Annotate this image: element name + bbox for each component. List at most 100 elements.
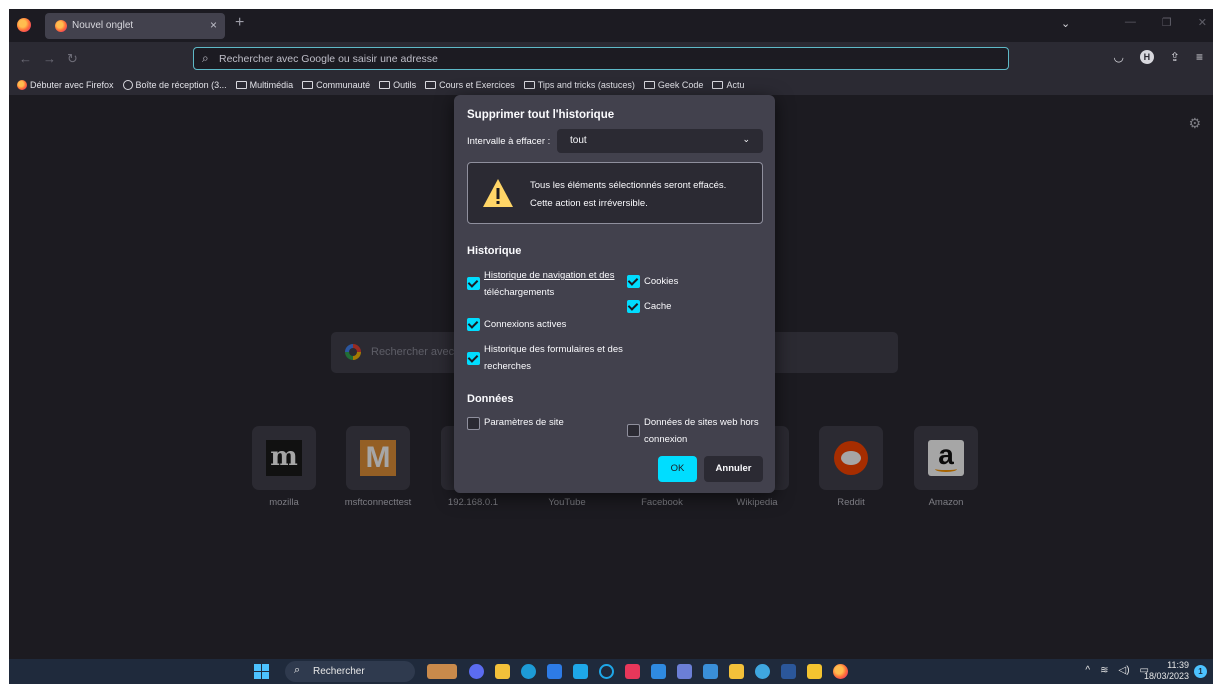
chevron-down-icon: ⌄	[742, 134, 750, 144]
firefox-icon	[17, 80, 27, 90]
folder-icon	[235, 81, 247, 89]
system-tray: ^ ≋ ◁) ▭	[1085, 665, 1149, 676]
label-line: recherches	[484, 361, 531, 372]
label-line: Historique de navigation et des	[484, 270, 615, 281]
history-section-title: Historique	[467, 245, 522, 257]
bookmark-folder-tips[interactable]: Tips and tricks (astuces)	[523, 80, 635, 90]
vscode-icon[interactable]	[651, 664, 666, 679]
search-icon: ⌕	[202, 51, 209, 65]
warning-box: Tous les éléments sélectionnés seront ef…	[467, 162, 763, 224]
tray-chevron-icon[interactable]: ^	[1085, 665, 1090, 676]
extensions-icon[interactable]: ⇪	[1170, 50, 1180, 64]
snipping-icon[interactable]	[677, 664, 692, 679]
firefox-view-icon[interactable]	[17, 18, 31, 32]
app-folder-icon[interactable]	[807, 664, 822, 679]
firefox-taskbar-icon[interactable]	[833, 664, 848, 679]
restore-icon[interactable]: ❐	[1162, 16, 1172, 29]
form-history-label[interactable]: Historique des formulaires et des recher…	[484, 341, 623, 375]
active-logins-checkbox[interactable]	[467, 318, 480, 331]
app-s-icon[interactable]	[625, 664, 640, 679]
tab-strip: Nouvel onglet × + ⌄ — ❐ ✕	[9, 9, 1213, 42]
bookmark-folder-multimedia[interactable]: Multimédia	[235, 80, 294, 90]
cookies-label[interactable]: Cookies	[644, 273, 678, 290]
wifi-icon[interactable]: ≋	[1100, 665, 1108, 676]
folder-icon	[302, 81, 314, 89]
bookmark-label: Cours et Exercices	[439, 80, 515, 90]
firefox-icon	[55, 20, 67, 32]
bookmark-folder-cours[interactable]: Cours et Exercices	[425, 80, 515, 90]
windows-start-icon[interactable]	[254, 664, 269, 679]
forward-icon[interactable]: →	[43, 51, 56, 66]
store-icon[interactable]	[547, 664, 562, 679]
windows-taskbar: ⌕ Rechercher ^ ≋ ◁) ▭ 11:39 18/03/2023 1	[9, 659, 1213, 684]
minimize-icon[interactable]: —	[1125, 16, 1136, 29]
globe-icon	[122, 80, 133, 90]
active-logins-label[interactable]: Connexions actives	[484, 316, 566, 333]
tab-new-tab[interactable]: Nouvel onglet ×	[45, 13, 225, 39]
label-line: Données de sites web hors	[644, 417, 759, 428]
clock[interactable]: 11:39 18/03/2023	[1144, 660, 1189, 682]
browsing-history-checkbox[interactable]	[467, 277, 480, 290]
url-bar[interactable]: ⌕ Rechercher avec Google ou saisir une a…	[193, 47, 1009, 70]
warning-line-2: Cette action est irréversible.	[530, 198, 648, 209]
bookmark-label: Multimédia	[249, 80, 294, 90]
bookmark-label: Boîte de réception (3...	[135, 80, 227, 90]
toolbar-right: ◡ H ⇪ ≡	[1113, 50, 1203, 64]
reload-icon[interactable]: ↻	[67, 51, 78, 67]
clock-date: 18/03/2023	[1143, 671, 1189, 681]
app-l-icon[interactable]	[573, 664, 588, 679]
new-tab-button[interactable]: +	[235, 14, 244, 32]
bookmark-folder-outils[interactable]: Outils	[379, 80, 416, 90]
tab-title: Nouvel onglet	[72, 20, 134, 31]
ok-button[interactable]: OK	[658, 456, 697, 482]
notification-badge[interactable]: 1	[1194, 665, 1207, 678]
volume-icon[interactable]: ◁)	[1119, 665, 1130, 676]
navigation-bar: ← → ↻ ⌕ Rechercher avec Google ou saisir…	[9, 42, 1213, 75]
bookmark-folder-geek-code[interactable]: Geek Code	[643, 80, 704, 90]
offline-data-label[interactable]: Données de sites web hors connexion	[644, 414, 759, 448]
bookmark-label: Tips and tricks (astuces)	[537, 80, 635, 90]
list-all-tabs-icon[interactable]: ⌄	[1061, 17, 1070, 30]
warning-icon	[483, 179, 513, 207]
cookies-checkbox[interactable]	[627, 275, 640, 288]
edge-icon[interactable]	[521, 664, 536, 679]
bookmark-folder-communaute[interactable]: Communauté	[302, 80, 370, 90]
tab-close-icon[interactable]: ×	[210, 18, 217, 32]
word-icon[interactable]	[781, 664, 796, 679]
folder-icon	[712, 81, 724, 89]
file-explorer-icon[interactable]	[495, 664, 510, 679]
sticky-notes-icon[interactable]	[729, 664, 744, 679]
cache-checkbox[interactable]	[627, 300, 640, 313]
label-line: connexion	[644, 434, 688, 445]
menu-icon[interactable]: ≡	[1196, 50, 1203, 64]
bookmark-label: Actu	[726, 80, 745, 90]
form-history-checkbox[interactable]	[467, 352, 480, 365]
bookmark-boite-reception[interactable]: Boîte de réception (3...	[122, 80, 227, 90]
close-window-icon[interactable]: ✕	[1198, 16, 1207, 29]
time-range-value: tout	[570, 135, 587, 146]
cache-label[interactable]: Cache	[644, 298, 671, 315]
folder-icon	[523, 81, 535, 89]
site-settings-label[interactable]: Paramètres de site	[484, 414, 564, 431]
browsing-history-label[interactable]: Historique de navigation et des téléchar…	[484, 267, 614, 301]
time-range-select[interactable]: tout ⌄	[557, 129, 763, 153]
window-controls: — ❐ ✕	[1125, 16, 1207, 29]
teams-chat-icon[interactable]	[469, 664, 484, 679]
cortana-icon[interactable]	[599, 664, 614, 679]
taskbar-search-input[interactable]: ⌕ Rechercher	[285, 661, 415, 682]
pocket-icon[interactable]: ◡	[1113, 50, 1123, 64]
account-icon[interactable]: H	[1139, 50, 1154, 64]
bookmark-debuter-firefox[interactable]: Débuter avec Firefox	[17, 80, 114, 90]
back-icon[interactable]: ←	[19, 51, 32, 66]
app-window-icon[interactable]	[703, 664, 718, 679]
offline-data-checkbox[interactable]	[627, 424, 640, 437]
bookmark-label: Geek Code	[657, 80, 704, 90]
cancel-button[interactable]: Annuler	[704, 456, 763, 482]
app-network-icon[interactable]	[755, 664, 770, 679]
taskbar-search-label: Rechercher	[313, 666, 365, 677]
widgets-icon[interactable]	[427, 664, 457, 679]
site-settings-checkbox[interactable]	[467, 417, 480, 430]
warning-line-1: Tous les éléments sélectionnés seront ef…	[530, 180, 727, 191]
bookmark-folder-actu[interactable]: Actu	[712, 80, 744, 90]
bookmark-label: Outils	[393, 80, 417, 90]
